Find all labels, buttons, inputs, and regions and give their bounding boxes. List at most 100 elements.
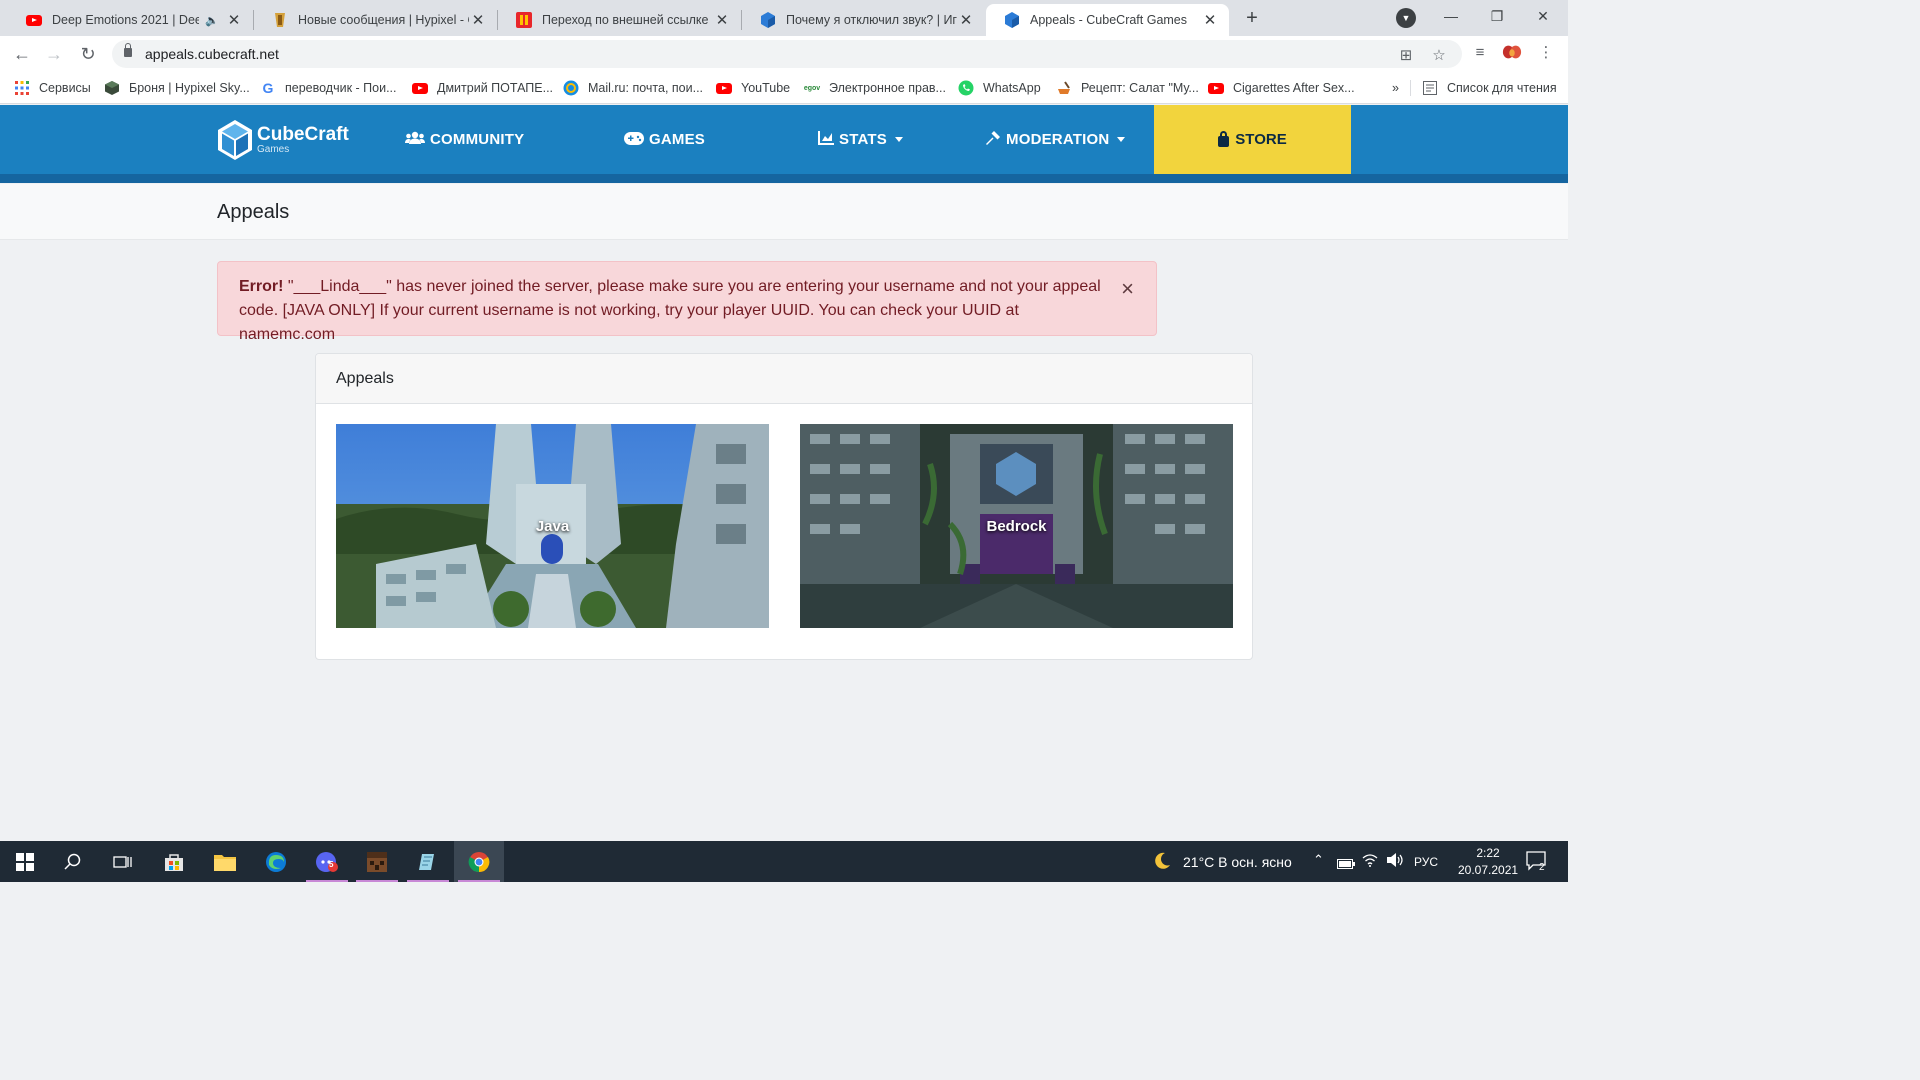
chrome-button[interactable] (454, 841, 504, 882)
battery-icon[interactable] (1337, 856, 1355, 874)
close-tab-icon[interactable]: ✕ (1201, 11, 1219, 29)
bookmark-label: Электронное прав... (829, 81, 946, 95)
close-tab-icon[interactable]: ✕ (957, 11, 975, 29)
nav-games[interactable]: GAMES (624, 105, 705, 174)
forward-arrow-icon[interactable]: → (42, 42, 66, 66)
bookmark-dmitry[interactable]: Дмитрий ПОТАПЕ... (412, 79, 553, 97)
bookmarks-overflow-button[interactable]: » (1392, 79, 1399, 97)
speaker-icon[interactable]: 🔈 (205, 14, 219, 27)
card-header: Appeals (316, 354, 1252, 404)
weather-text[interactable]: 21°C В осн. ясно (1183, 854, 1292, 870)
divider (1410, 80, 1411, 96)
close-tab-icon[interactable]: ✕ (225, 11, 243, 29)
kebab-menu-icon[interactable]: ⋮ (1536, 42, 1556, 62)
windows-logo-icon (16, 852, 34, 871)
tile-label: Java (535, 517, 570, 535)
url-text: appeals.cubecraft.net (145, 46, 279, 62)
tab-title: Переход по внешней ссылке (542, 13, 709, 27)
bookmark-label: Сервисы (39, 81, 91, 95)
profile-avatar-icon[interactable] (1502, 42, 1522, 62)
gavel-icon (985, 130, 1001, 149)
store-app-button[interactable] (149, 841, 199, 882)
bookmark-services[interactable]: Сервисы (14, 79, 91, 97)
close-alert-icon[interactable]: × (1121, 277, 1134, 301)
page-title: Appeals (217, 201, 290, 223)
chevron-up-icon[interactable]: ⌃ (1313, 852, 1324, 868)
address-bar[interactable]: appeals.cubecraft.net ⊞ ☆ (112, 40, 1462, 68)
alert-message: "___Linda___" has never joined the serve… (239, 278, 1101, 343)
minecraft-icon (367, 851, 387, 872)
restore-button[interactable]: ❐ (1474, 0, 1520, 32)
file-explorer-button[interactable] (200, 841, 250, 882)
bookmark-hypixel-armor[interactable]: Броня | Hypixel Sky... (104, 79, 250, 97)
close-window-button[interactable]: ✕ (1520, 0, 1566, 32)
tab-appeals-active[interactable]: Appeals - CubeCraft Games ✕ (986, 4, 1229, 36)
nav-stats-dropdown[interactable]: STATS (818, 105, 903, 174)
cubecraft-logo[interactable]: CubeCraft Games (217, 118, 357, 162)
bookmark-recipe[interactable]: Рецепт: Салат "Му... (1056, 79, 1199, 97)
bedrock-appeal-option[interactable]: Bedrock (800, 424, 1233, 628)
search-button[interactable] (48, 841, 98, 882)
minimize-button[interactable]: — (1428, 0, 1474, 32)
reading-list-button[interactable]: Список для чтения (1422, 79, 1557, 97)
close-tab-icon[interactable]: ✕ (469, 11, 487, 29)
bookmark-mailru[interactable]: Mail.ru: почта, пои... (563, 79, 703, 97)
logo-text: CubeCraft Games (257, 125, 349, 155)
app-button[interactable] (403, 841, 453, 882)
language-indicator[interactable]: РУС (1414, 855, 1438, 869)
bookmark-cigarettes[interactable]: Cigarettes After Sex... (1208, 79, 1355, 97)
reload-icon[interactable]: ↻ (76, 42, 100, 66)
weather-moon-icon[interactable] (1152, 851, 1172, 876)
youtube-icon (26, 12, 42, 28)
taskbar-clock[interactable]: 2:22 20.07.2021 (1458, 845, 1518, 879)
cube-logo-icon (218, 120, 252, 160)
wifi-icon[interactable] (1362, 853, 1378, 872)
bookmark-translator[interactable]: G переводчик - Пои... (260, 79, 397, 97)
tab-hypixel[interactable]: Новые сообщения | Hypixel - Серверы ✕ (254, 4, 497, 36)
folder-icon (214, 854, 236, 871)
bookmark-label: Дмитрий ПОТАПЕ... (437, 81, 554, 95)
media-control-icon[interactable]: ≡ (1470, 42, 1490, 62)
clock-date: 20.07.2021 (1458, 863, 1519, 877)
nav-community[interactable]: COMMUNITY (405, 105, 524, 174)
bookmark-star-icon[interactable]: ☆ (1430, 46, 1448, 64)
minecraft-launcher-button[interactable] (352, 841, 402, 882)
site-navbar: CubeCraft Games COMMUNITY GAMES STATS MO… (0, 105, 1568, 183)
tab-cubecraft-forum[interactable]: Почему я отключил звук? | Игры ✕ (742, 4, 985, 36)
edge-button[interactable] (251, 841, 301, 882)
youtube-icon (716, 80, 732, 96)
nav-label: GAMES (649, 131, 706, 148)
bookmark-whatsapp[interactable]: WhatsApp (958, 79, 1041, 97)
store-button[interactable]: STORE (1154, 105, 1351, 174)
discord-button[interactable]: 5 (302, 841, 352, 882)
tab-search-icon[interactable]: ▼ (1396, 8, 1416, 28)
bookmark-youtube[interactable]: YouTube (716, 79, 790, 97)
tab-deep-emotions[interactable]: Deep Emotions 2021 | Deep Emotions 🔈 ✕ (8, 4, 253, 36)
back-arrow-icon[interactable]: ← (10, 42, 34, 66)
translate-icon[interactable]: ⊞ (1397, 46, 1415, 64)
start-button[interactable] (0, 841, 50, 882)
lock-icon[interactable] (124, 43, 132, 57)
chart-icon (818, 131, 834, 148)
tab-external-link[interactable]: Переход по внешней ссылке ✕ (498, 4, 741, 36)
notification-count: 2 (1539, 862, 1545, 873)
browser-toolbar: ← → ↻ appeals.cubecraft.net ⊞ ☆ (0, 36, 1568, 72)
logo-name: CubeCraft (257, 124, 349, 145)
volume-icon[interactable] (1386, 853, 1404, 872)
page-header: Appeals (0, 184, 1568, 240)
cubecraft-icon (760, 12, 776, 28)
java-appeal-option[interactable]: Java (336, 424, 769, 628)
new-tab-button[interactable]: + (1240, 6, 1264, 30)
close-tab-icon[interactable]: ✕ (713, 11, 731, 29)
bookmark-label: YouTube (741, 81, 791, 95)
task-view-button[interactable] (98, 841, 148, 882)
clock-time: 2:22 (1476, 846, 1500, 860)
block-icon (104, 80, 120, 96)
search-icon (64, 853, 81, 870)
whatsapp-icon (958, 80, 974, 96)
nav-moderation-dropdown[interactable]: MODERATION (985, 105, 1126, 174)
bookmark-gov[interactable]: egov Электронное прав... (804, 79, 946, 97)
browser-tab-strip: Deep Emotions 2021 | Deep Emotions 🔈 ✕ Н… (0, 0, 1568, 36)
bookmarks-bar: Сервисы Броня | Hypixel Sky... G перевод… (0, 72, 1568, 104)
store-label: STORE (1235, 131, 1287, 148)
